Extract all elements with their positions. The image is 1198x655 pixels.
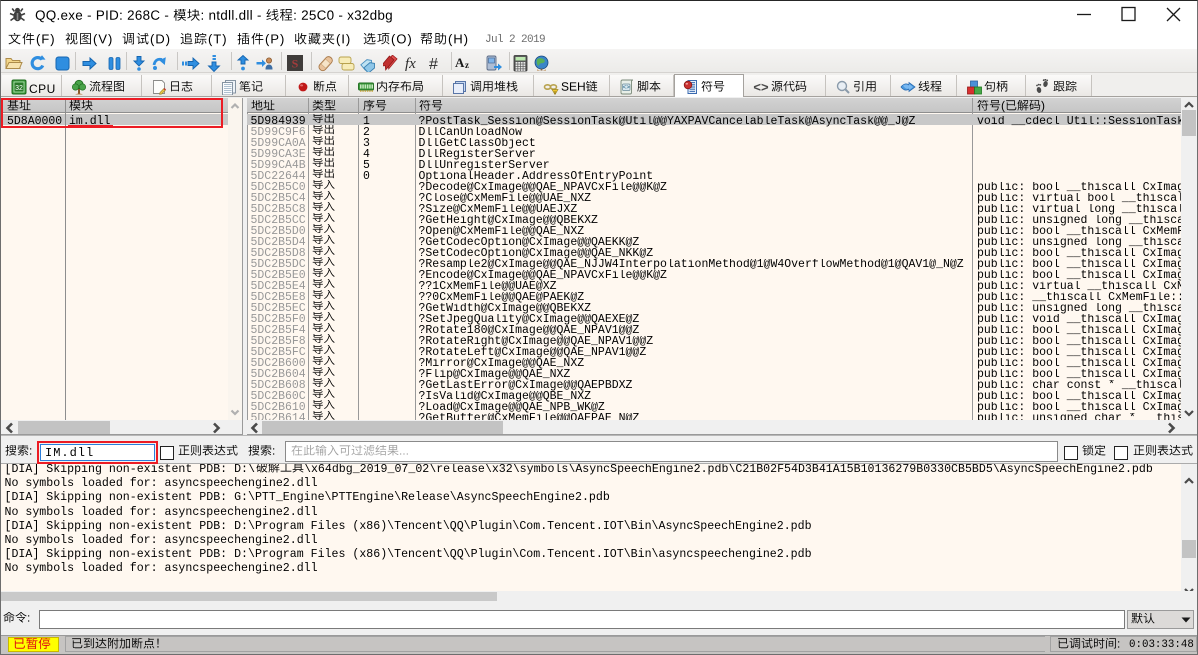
svg-text:!: !	[554, 90, 555, 95]
svg-text:32: 32	[15, 85, 23, 92]
svg-text:A: A	[455, 55, 465, 70]
svg-text:S: S	[292, 57, 299, 71]
svg-text:z: z	[465, 60, 469, 70]
svg-text:#: #	[429, 56, 438, 72]
svg-text:<>: <>	[623, 84, 631, 91]
svg-text:<>: <>	[753, 80, 769, 95]
svg-text:fx: fx	[405, 56, 416, 72]
